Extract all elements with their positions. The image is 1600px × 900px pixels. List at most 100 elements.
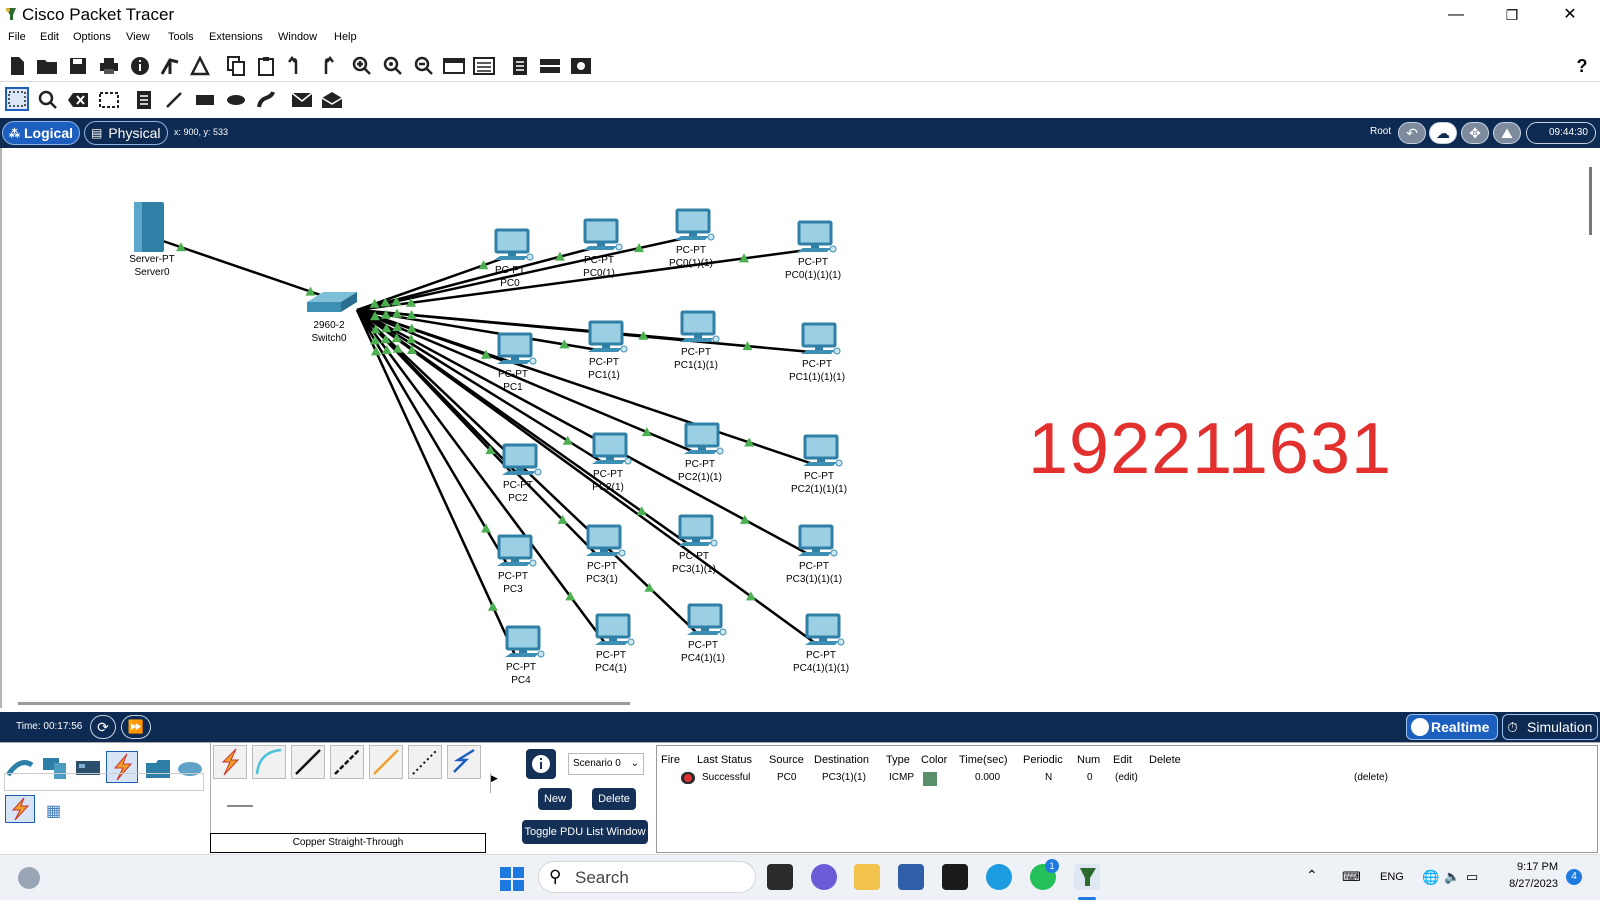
info-icon[interactable] bbox=[128, 54, 152, 78]
pc-icon[interactable] bbox=[680, 310, 720, 343]
device-template-icon[interactable] bbox=[538, 54, 562, 78]
toggle-pdu-list-button[interactable]: Toggle PDU List Window bbox=[522, 820, 648, 844]
viewport-clock[interactable]: 09:44:30 bbox=[1526, 122, 1596, 144]
activity-wizard-icon[interactable] bbox=[188, 54, 212, 78]
file-explorer-icon[interactable] bbox=[854, 864, 880, 890]
paste-icon[interactable] bbox=[254, 54, 278, 78]
taskbar-search[interactable]: ⚲ Search bbox=[538, 861, 756, 893]
menu-help[interactable]: Help bbox=[334, 31, 357, 43]
menu-extensions[interactable]: Extensions bbox=[209, 31, 263, 43]
server-icon[interactable] bbox=[134, 202, 164, 252]
cluster-cloud-icon[interactable]: ☁ bbox=[1429, 122, 1457, 144]
power-cycle-icon[interactable]: ⟳ bbox=[90, 715, 116, 739]
clock-time[interactable]: 9:17 PM bbox=[1510, 861, 1558, 873]
row-edit-link[interactable]: (edit) bbox=[1115, 772, 1138, 783]
scenario-info-icon[interactable] bbox=[526, 749, 556, 779]
chevron-up-icon[interactable]: ⌃ bbox=[1306, 867, 1318, 884]
scenario-select[interactable]: Scenario 0 ⌄ bbox=[568, 753, 644, 775]
connections-subcategory-icon[interactable] bbox=[5, 795, 35, 823]
pc-icon[interactable] bbox=[497, 534, 537, 567]
horizontal-scrollbar[interactable] bbox=[18, 702, 630, 705]
edge-browser-icon[interactable] bbox=[986, 864, 1012, 890]
copy-icon[interactable] bbox=[224, 54, 248, 78]
menu-file[interactable]: File bbox=[8, 31, 26, 43]
help-icon[interactable]: ? bbox=[1570, 54, 1594, 78]
row-delete-link[interactable]: (delete) bbox=[1354, 772, 1388, 783]
keyboard-icon[interactable]: ⌨ bbox=[1342, 869, 1361, 885]
auto-connection-icon[interactable] bbox=[213, 745, 247, 779]
microsoft-store-icon[interactable] bbox=[898, 864, 924, 890]
custom-device-icon[interactable] bbox=[472, 54, 496, 78]
teams-chat-icon[interactable] bbox=[811, 864, 837, 890]
fast-forward-icon[interactable]: ⏩ bbox=[121, 715, 151, 739]
note-icon[interactable] bbox=[132, 88, 156, 112]
new-file-icon[interactable] bbox=[5, 54, 29, 78]
notification-badge[interactable]: 4 bbox=[1566, 869, 1582, 885]
start-menu-icon[interactable] bbox=[500, 867, 524, 891]
physical-view-tab[interactable]: ▤ Physical bbox=[84, 121, 168, 145]
pc-icon[interactable] bbox=[588, 320, 628, 353]
pc-icon[interactable] bbox=[505, 625, 545, 658]
pc-icon[interactable] bbox=[494, 228, 534, 261]
pc-icon[interactable] bbox=[502, 443, 542, 476]
move-object-icon[interactable]: ✥ bbox=[1461, 122, 1489, 144]
collapse-arrow-icon[interactable]: ▶ bbox=[490, 773, 500, 793]
draw-rectangle-icon[interactable] bbox=[193, 88, 217, 112]
back-icon[interactable]: ↶ bbox=[1398, 122, 1426, 144]
network-icon[interactable]: 🌐 bbox=[1422, 869, 1439, 886]
close-button[interactable]: ✕ bbox=[1550, 4, 1590, 26]
freeform-icon[interactable] bbox=[254, 88, 278, 112]
save-icon[interactable] bbox=[66, 54, 90, 78]
zoom-out-icon[interactable] bbox=[412, 54, 436, 78]
panel-splitter[interactable] bbox=[227, 805, 253, 807]
simulation-mode-button[interactable]: ⏱ Simulation bbox=[1502, 714, 1598, 740]
pc-icon[interactable] bbox=[595, 613, 635, 646]
pc-icon[interactable] bbox=[797, 220, 837, 253]
inspect-icon[interactable] bbox=[36, 88, 60, 112]
select-tool-icon[interactable] bbox=[5, 87, 29, 111]
clock-date[interactable]: 8/27/2023 bbox=[1500, 878, 1558, 890]
grid-icon[interactable]: ▦ bbox=[46, 801, 61, 821]
console-cable-icon[interactable] bbox=[252, 745, 286, 779]
phone-cable-icon[interactable] bbox=[408, 745, 442, 779]
link-switch0-pc31[interactable] bbox=[356, 309, 597, 555]
restore-button[interactable]: ❐ bbox=[1492, 4, 1532, 26]
menu-options[interactable]: Options bbox=[73, 31, 111, 43]
simple-pdu-icon[interactable] bbox=[290, 88, 314, 112]
resize-shape-icon[interactable] bbox=[97, 88, 121, 112]
volume-icon[interactable]: 🔈 bbox=[1444, 869, 1460, 885]
drawing-palette-icon[interactable] bbox=[442, 54, 466, 78]
network-wizard-icon[interactable] bbox=[158, 54, 182, 78]
menu-view[interactable]: View bbox=[126, 31, 150, 43]
delete-tool-icon[interactable] bbox=[66, 88, 90, 112]
language-indicator[interactable]: ENG bbox=[1380, 871, 1404, 883]
logical-view-tab[interactable]: ⁂ Logical bbox=[2, 121, 80, 145]
fire-icon[interactable] bbox=[681, 772, 695, 784]
redo-icon[interactable] bbox=[314, 54, 338, 78]
menu-tools[interactable]: Tools bbox=[168, 31, 194, 43]
complex-pdu-icon[interactable] bbox=[320, 88, 344, 112]
undo-icon[interactable] bbox=[284, 54, 308, 78]
screenshot-icon[interactable] bbox=[569, 54, 593, 78]
copper-cross-over-icon[interactable] bbox=[330, 745, 364, 779]
delete-scenario-button[interactable]: Delete bbox=[592, 788, 636, 810]
weather-widget-icon[interactable] bbox=[18, 867, 40, 889]
copper-straight-through-icon[interactable] bbox=[291, 745, 325, 779]
pc-icon[interactable] bbox=[801, 322, 841, 355]
print-icon[interactable] bbox=[97, 54, 121, 78]
coaxial-cable-icon[interactable] bbox=[447, 745, 481, 779]
draw-line-icon[interactable] bbox=[162, 88, 186, 112]
pc-icon[interactable] bbox=[583, 218, 623, 251]
device-search-field[interactable] bbox=[4, 773, 204, 791]
background-image-icon[interactable]: ⛰ bbox=[1493, 122, 1521, 144]
minimize-button[interactable]: — bbox=[1436, 4, 1476, 26]
packet-tracer-taskbar-icon[interactable] bbox=[1074, 864, 1100, 890]
link-switch0-pc2111[interactable] bbox=[356, 308, 814, 466]
task-view-icon[interactable] bbox=[767, 864, 793, 890]
terminal-app-icon[interactable] bbox=[942, 864, 968, 890]
realtime-mode-button[interactable]: Realtime bbox=[1406, 714, 1498, 740]
zoom-reset-icon[interactable] bbox=[381, 54, 405, 78]
pc-icon[interactable] bbox=[675, 208, 715, 241]
menu-window[interactable]: Window bbox=[278, 31, 317, 43]
open-folder-icon[interactable] bbox=[35, 54, 59, 78]
